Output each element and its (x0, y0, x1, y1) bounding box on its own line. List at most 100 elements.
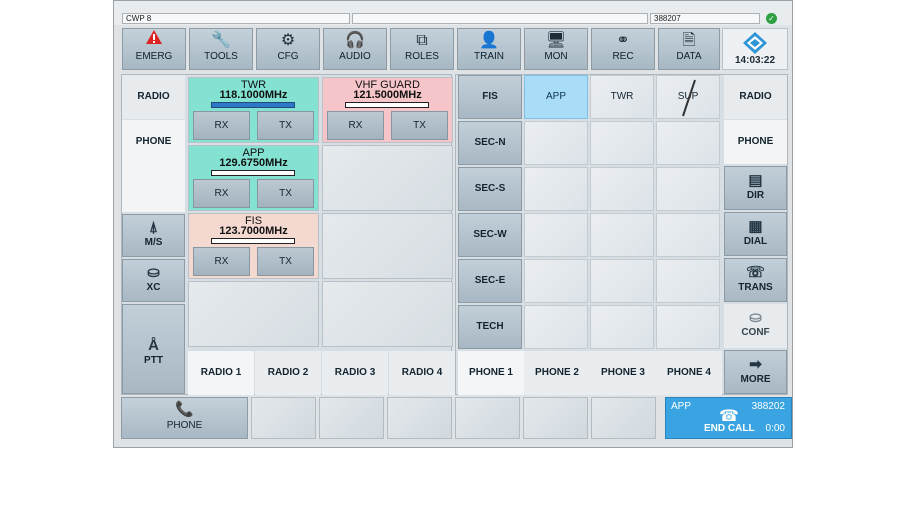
clock: 14:03:22 (722, 28, 788, 70)
radio-empty-slot[interactable] (188, 281, 319, 347)
side-radio-right[interactable]: RADIO (724, 75, 787, 119)
call-slot-empty[interactable] (591, 397, 656, 439)
side-radio-left[interactable]: RADIO (122, 75, 185, 119)
phone-key-sec-s[interactable]: SEC-S (458, 167, 522, 211)
call-slot-empty[interactable] (455, 397, 520, 439)
rx-button[interactable]: RX (193, 179, 250, 208)
call-slot-empty[interactable] (387, 397, 452, 439)
phone-key-sup[interactable]: SUP (656, 75, 720, 119)
tx-button[interactable]: TX (391, 111, 448, 140)
phone-key-sec-n[interactable]: SEC-N (458, 121, 522, 165)
tab-phone-1[interactable]: PHONE 1 (458, 351, 524, 395)
level-bar (211, 102, 295, 108)
radio-frequency: 129.6750MHz (219, 157, 288, 169)
dial-button[interactable]: ▦ DIAL (724, 212, 787, 256)
phone-key-empty[interactable] (524, 213, 588, 257)
phone-key-empty[interactable] (656, 213, 720, 257)
phone-key-empty[interactable] (656, 167, 720, 211)
phone-key-empty[interactable] (524, 121, 588, 165)
transfer-icon: ☏ (746, 264, 765, 281)
phone-key-empty[interactable] (590, 213, 654, 257)
phone-key-empty[interactable] (590, 259, 654, 303)
number-field: 388207 (650, 13, 760, 24)
phone-key-empty[interactable] (656, 121, 720, 165)
cfg-button[interactable]: ⚙ CFG (256, 28, 320, 70)
dir-button[interactable]: ▤ DIR (724, 166, 787, 210)
ptt-button[interactable]: Å PTT (122, 304, 185, 394)
rx-button[interactable]: RX (193, 111, 250, 140)
phone-key-empty[interactable] (656, 259, 720, 303)
radio-panel: RADIO PHONE ⍋ M/S ⛀ XC Å PTT TWR 118.100… (121, 74, 455, 395)
phone-key-app[interactable]: APP (524, 75, 588, 119)
data-button[interactable]: 🗎 DATA (658, 28, 720, 70)
more-button[interactable]: ➡ MORE (724, 350, 787, 394)
side-phone-right[interactable]: PHONE (724, 120, 787, 164)
ms-button[interactable]: ⍋ M/S (122, 214, 185, 257)
cube-icon: ⧉ (416, 32, 428, 49)
arrow-right-icon: ➡ (749, 356, 762, 373)
phone-key-fis[interactable]: FIS (458, 75, 522, 119)
wrench-icon: 🔧 (211, 32, 231, 49)
brand-logo-icon (743, 32, 767, 54)
side-phone-left[interactable]: PHONE (122, 120, 185, 212)
rec-button[interactable]: ⚭ REC (591, 28, 655, 70)
tab-radio-3[interactable]: RADIO 3 (322, 351, 388, 395)
tx-button[interactable]: TX (257, 247, 314, 276)
end-call-label: END CALL (704, 423, 755, 434)
status-bar: CWP 8 388207 ✓ (114, 1, 792, 25)
tab-radio-2[interactable]: RADIO 2 (255, 351, 321, 395)
call-slot-empty[interactable] (319, 397, 384, 439)
phone-key-tech[interactable]: TECH (458, 305, 522, 349)
ptt-icon: Å (148, 337, 159, 354)
call-number: 388202 (751, 401, 785, 412)
emerg-button[interactable]: EMERG (122, 28, 186, 70)
radio-empty-slot[interactable] (322, 281, 453, 347)
tab-phone-3[interactable]: PHONE 3 (590, 351, 656, 395)
crosscouple-icon: ⛀ (147, 264, 160, 281)
trans-button[interactable]: ☏ TRANS (724, 258, 787, 302)
rx-button[interactable]: RX (327, 111, 384, 140)
level-bar (211, 170, 295, 176)
conference-icon: ⛀ (749, 309, 762, 326)
phone-key-empty[interactable] (590, 167, 654, 211)
tab-phone-4[interactable]: PHONE 4 (656, 351, 722, 395)
radio-twr: TWR 118.1000MHz RX TX (188, 77, 319, 143)
tools-button[interactable]: 🔧 TOOLS (189, 28, 253, 70)
radio-empty-slot[interactable] (322, 213, 453, 279)
tx-button[interactable]: TX (257, 111, 314, 140)
tab-radio-1[interactable]: RADIO 1 (188, 351, 254, 395)
audio-button[interactable]: 🎧 AUDIO (323, 28, 387, 70)
tab-phone-2[interactable]: PHONE 2 (524, 351, 590, 395)
xc-button[interactable]: ⛀ XC (122, 259, 185, 302)
phone-panel: FIS APP TWR SUP SEC-N SEC-S SEC-W SEC-E … (455, 74, 788, 395)
rx-button[interactable]: RX (193, 247, 250, 276)
phone-key-sec-w[interactable]: SEC-W (458, 213, 522, 257)
radio-fis: FIS 123.7000MHz RX TX (188, 213, 319, 279)
message-field (352, 13, 648, 24)
mon-button[interactable]: 🖥 MON (524, 28, 588, 70)
radio-empty-slot[interactable] (322, 145, 453, 211)
active-call-button[interactable]: APP 388202 ☎ END CALL 0:00 (665, 397, 792, 439)
phone-key-sec-e[interactable]: SEC-E (458, 259, 522, 303)
radio-app: APP 129.6750MHz RX TX (188, 145, 319, 211)
phone-key-empty[interactable] (590, 121, 654, 165)
phone-key-empty[interactable] (656, 305, 720, 349)
phone-key-twr[interactable]: TWR (590, 75, 654, 119)
phone-key-empty[interactable] (590, 305, 654, 349)
dialpad-icon: ▦ (748, 218, 763, 235)
conf-button[interactable]: ⛀ CONF (724, 304, 787, 348)
phone-key-empty[interactable] (524, 259, 588, 303)
phone-mode-button[interactable]: 📞 PHONE (121, 397, 248, 439)
train-button[interactable]: 👤 TRAIN (457, 28, 521, 70)
call-duration: 0:00 (765, 423, 785, 434)
roles-button[interactable]: ⧉ ROLES (390, 28, 454, 70)
call-slot-empty[interactable] (251, 397, 316, 439)
tx-button[interactable]: TX (257, 179, 314, 208)
phone-key-empty[interactable] (524, 167, 588, 211)
warning-icon (123, 29, 185, 51)
phone-key-empty[interactable] (524, 305, 588, 349)
call-slot-empty[interactable] (523, 397, 588, 439)
voicemail-icon: ⚭ (616, 32, 630, 49)
tab-radio-4[interactable]: RADIO 4 (389, 351, 455, 395)
headset-icon: 🎧 (345, 32, 365, 49)
